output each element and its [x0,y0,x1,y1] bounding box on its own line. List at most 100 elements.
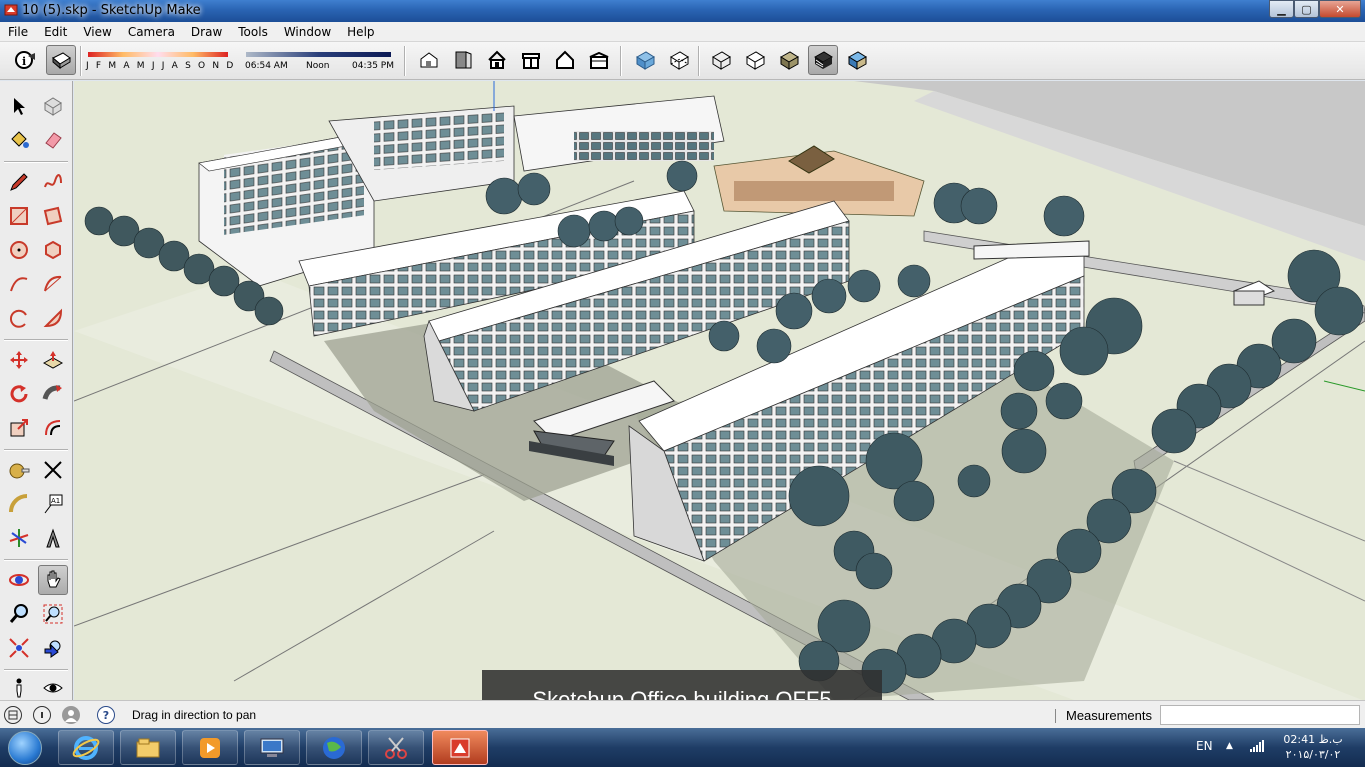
orbit-icon[interactable] [4,565,34,595]
arc-icon[interactable] [4,269,34,299]
dimension-icon[interactable] [38,455,68,485]
svg-text:A1: A1 [51,497,60,505]
rectangle-icon[interactable] [4,201,34,231]
3d-text-icon[interactable] [38,523,68,553]
model-info-icon[interactable]: i [10,45,40,75]
measurements-input[interactable] [1160,705,1360,725]
menu-help[interactable]: Help [339,25,382,39]
menu-window[interactable]: Window [276,25,339,39]
shadow-months-label: J F M A M J J A S O N D [86,61,236,71]
help-icon[interactable]: ? [97,706,115,724]
sketchup-task-icon[interactable] [432,730,488,765]
circle-icon[interactable] [4,235,34,265]
zoom-icon[interactable] [4,599,34,629]
minimize-button[interactable]: ▁ [1269,0,1294,18]
sketchup-app-icon [4,4,18,16]
pencil-icon[interactable] [4,167,34,197]
shadow-time-slider[interactable]: 06:54 AM Noon 04:35 PM [244,48,394,74]
menu-file[interactable]: File [0,25,36,39]
push-pull-icon[interactable] [38,345,68,375]
network-signal-icon[interactable] [1250,740,1264,752]
pie-icon[interactable] [38,303,68,333]
menu-tools[interactable]: Tools [230,25,276,39]
system-clock[interactable]: 02:41 ب.ظ ۲۰۱۵/۰۳/۰۲ [1278,732,1348,762]
back-edges-icon[interactable] [664,45,694,75]
freehand-icon[interactable] [38,167,68,197]
status-hint: Drag in direction to pan [132,708,257,722]
paint-bucket-icon[interactable] [4,125,34,155]
left-view-icon[interactable] [584,45,614,75]
measurements-label: Measurements [1066,708,1152,723]
offset-icon[interactable] [38,413,68,443]
main-toolbar: i J F M A M J J A S O N D 06:54 AM Noon … [0,42,1365,80]
menu-draw[interactable]: Draw [183,25,230,39]
three-point-arc-icon[interactable] [4,303,34,333]
start-button[interactable] [4,729,46,767]
title-bar: 10 (5).skp - SketchUp Make ▁ ▢ ✕ [0,0,1365,22]
eraser-icon[interactable] [38,125,68,155]
snipping-tool-icon[interactable] [368,730,424,765]
menu-bar: File Edit View Camera Draw Tools Window … [0,22,1365,42]
clock-date: ۲۰۱۵/۰۳/۰۲ [1285,748,1341,761]
look-around-icon[interactable] [38,673,68,703]
svg-text:i: i [22,55,26,68]
iso-view-icon[interactable] [414,45,444,75]
xray-icon[interactable] [630,45,660,75]
internet-explorer-icon[interactable] [58,730,114,765]
make-component-icon[interactable] [38,91,68,121]
menu-view[interactable]: View [75,25,119,39]
model-viewport[interactable] [74,81,1365,700]
front-view-icon[interactable] [482,45,512,75]
walk-icon[interactable] [4,673,34,703]
shadows-toggle-icon[interactable] [46,45,76,75]
zoom-window-icon[interactable] [38,599,68,629]
shadow-time-start: 06:54 AM [245,61,288,71]
show-hidden-icons-icon[interactable]: ▲ [1226,741,1233,751]
status-bar: ? Drag in direction to pan Measurements [0,700,1365,728]
model-scene [74,81,1365,700]
tool-palette: A1 [0,81,73,700]
language-indicator[interactable]: EN [1196,739,1213,753]
menu-edit[interactable]: Edit [36,25,75,39]
move-icon[interactable] [4,345,34,375]
windows-logo-icon [8,731,42,765]
two-point-arc-icon[interactable] [38,269,68,299]
shaded-textures-icon[interactable] [808,45,838,75]
network-computer-icon[interactable] [244,730,300,765]
select-icon[interactable] [4,91,34,121]
menu-camera[interactable]: Camera [120,25,183,39]
clock-time: 02:41 ب.ظ [1283,733,1343,746]
geo-location-icon[interactable] [4,706,22,724]
scale-icon[interactable] [4,413,34,443]
tape-measure-icon[interactable] [4,455,34,485]
zoom-extents-icon[interactable] [4,633,34,663]
credits-icon[interactable] [33,706,51,724]
media-player-icon[interactable] [182,730,238,765]
top-view-icon[interactable] [448,45,478,75]
previous-view-icon[interactable] [38,633,68,663]
text-icon[interactable]: A1 [38,489,68,519]
protractor-icon[interactable] [4,489,34,519]
wireframe-icon[interactable] [706,45,736,75]
maximize-button[interactable]: ▢ [1294,0,1319,18]
rotated-rectangle-icon[interactable] [38,201,68,231]
close-button[interactable]: ✕ [1319,0,1361,18]
google-earth-icon[interactable] [306,730,362,765]
right-view-icon[interactable] [516,45,546,75]
shadow-time-end: 04:35 PM [352,61,394,71]
taskbar: EN ▲ 02:41 ب.ظ ۲۰۱۵/۰۳/۰۲ [0,728,1365,767]
shadow-time-mid: Noon [306,61,330,71]
shaded-icon[interactable] [774,45,804,75]
follow-me-icon[interactable] [38,379,68,409]
user-sign-in-icon[interactable] [62,706,80,724]
window-title: 10 (5).skp - SketchUp Make [22,3,201,18]
hidden-line-icon[interactable] [740,45,770,75]
back-view-icon[interactable] [550,45,580,75]
axes-icon[interactable] [4,523,34,553]
rotate-icon[interactable] [4,379,34,409]
polygon-icon[interactable] [38,235,68,265]
shadow-month-slider[interactable]: J F M A M J J A S O N D [86,48,233,74]
pan-icon[interactable] [38,565,68,595]
monochrome-icon[interactable] [842,45,872,75]
file-explorer-icon[interactable] [120,730,176,765]
